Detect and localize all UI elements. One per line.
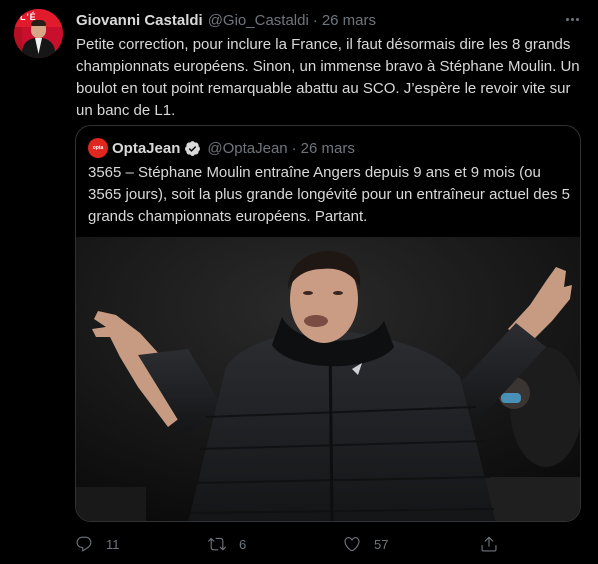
author-name[interactable]: Giovanni Castaldi [76,12,203,29]
quoted-tweet-text: 3565 – Stéphane Moulin entraîne Angers d… [88,164,570,225]
avatar-side [14,27,22,58]
like-button[interactable]: 57 [343,532,388,556]
retweet-icon [208,537,226,551]
like-count: 57 [374,536,389,552]
tweet-text: Petite correction, pour inclure la Franc… [76,36,584,119]
author-avatar[interactable]: L'É [14,9,63,58]
share-icon [481,536,497,552]
share-button[interactable] [480,532,498,556]
avatar-hair [31,20,46,26]
verified-badge-icon [185,140,201,156]
quoted-separator-dot: · [291,139,297,157]
quoted-author-handle: @OptaJean [207,139,288,157]
quoted-tweet[interactable]: opta OptaJean @OptaJean · 26 mars 3565 –… [75,125,581,522]
reply-button[interactable]: 11 [75,532,120,556]
retweet-count: 6 [239,536,247,552]
tweet-header: Giovanni Castaldi @Gio_Castaldi · 26 mar… [76,10,376,30]
author-handle[interactable]: @Gio_Castaldi [208,12,309,29]
heart-icon [344,537,360,552]
quoted-author-avatar[interactable]: opta [88,138,108,158]
reply-icon [76,536,92,552]
separator-dot: · [312,11,318,29]
quoted-tweet-photo[interactable] [76,237,580,521]
quoted-tweet-date: 26 mars [300,139,355,157]
tweet[interactable]: L'É Giovanni Castaldi @Gio_Castaldi · 26… [0,0,598,564]
quoted-tweet-header: OptaJean @OptaJean · 26 mars [112,138,355,158]
tweet-date[interactable]: 26 mars [322,12,376,29]
retweet-button[interactable]: 6 [208,532,246,556]
reply-count: 11 [106,536,120,552]
quoted-avatar-logo: opta [92,145,104,151]
tweet-actions: 11 6 57 [75,532,515,556]
more-icon[interactable] [562,11,582,27]
quoted-author-name: OptaJean [112,139,181,157]
